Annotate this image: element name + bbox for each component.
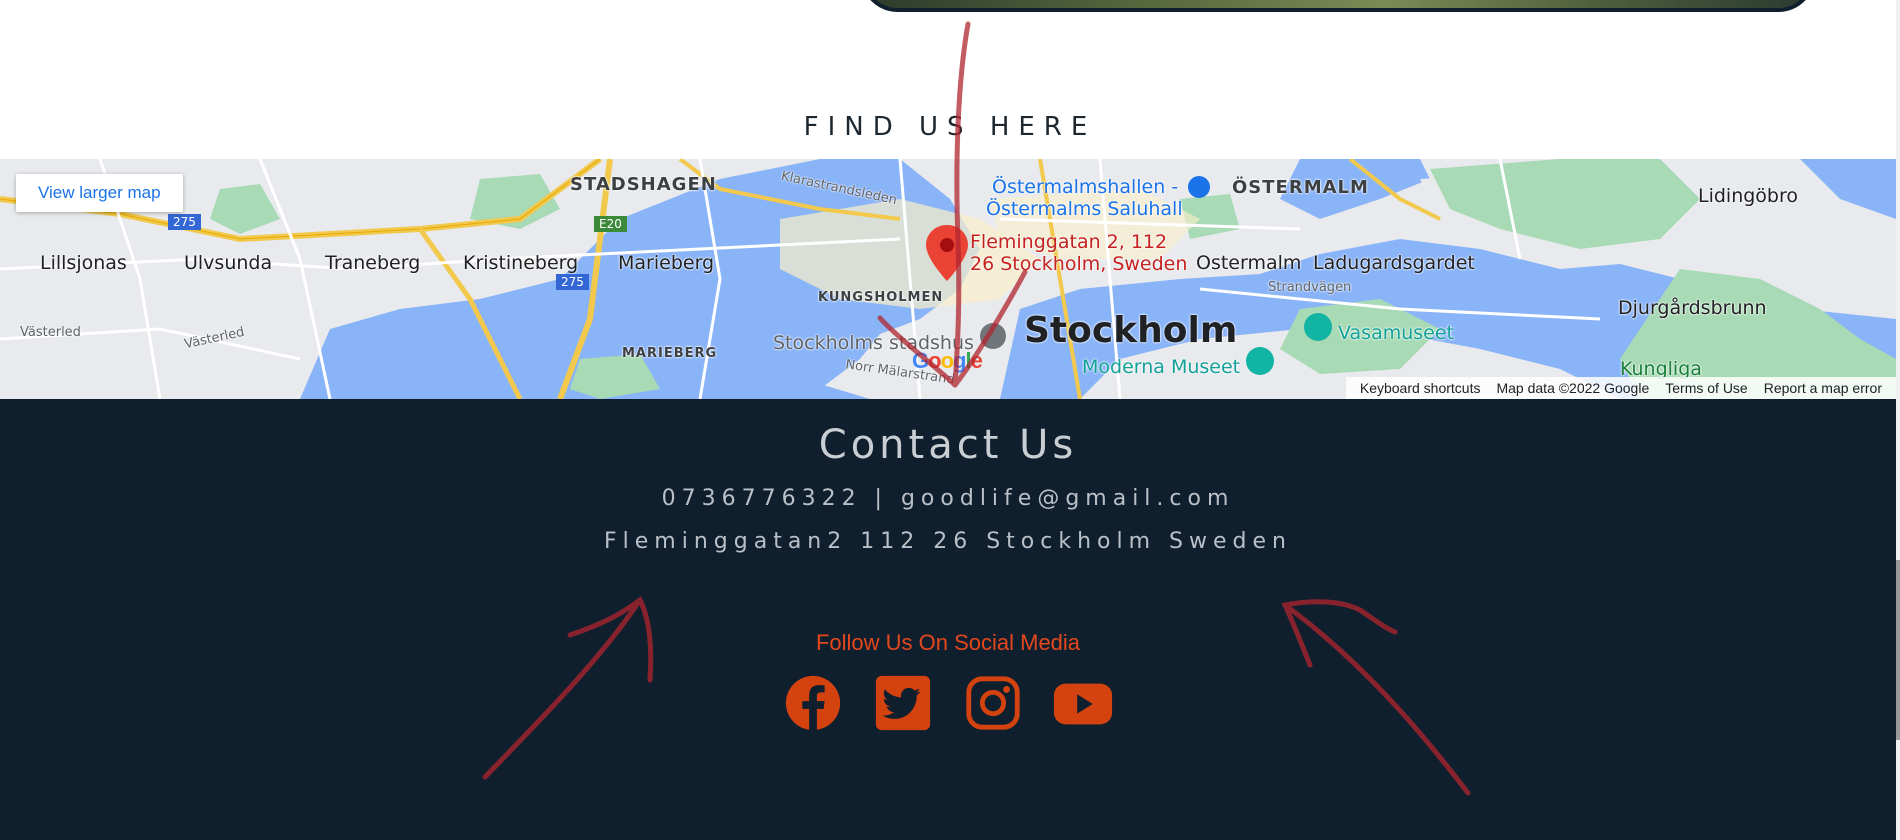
find-us-title: FIND US HERE [803,112,1097,142]
map-label: Ulvsunda [184,252,273,274]
map-label: Lidingöbro [1698,185,1799,207]
report-map-error-link[interactable]: Report a map error [1764,380,1882,396]
shopping-cart-icon [1188,176,1210,198]
museum-icon [980,323,1006,349]
map-label: Kristineberg [463,252,579,274]
map-label: Moderna Museet [1082,356,1241,378]
map-attribution: Keyboard shortcuts Map data ©2022 Google… [1345,377,1896,399]
map-label: Stockholm [1024,310,1238,351]
map-label: Vasamuseet [1338,322,1454,344]
social-icons [0,672,1896,734]
pin-label-line1: Fleminggatan 2, 112 [970,231,1168,253]
map-label: MARIEBERG [622,346,718,361]
youtube-icon[interactable] [1052,672,1114,734]
map-pin-icon[interactable] [926,225,968,281]
museum-icon [1304,313,1332,341]
map-label: Ostermalm [1196,252,1302,274]
terms-link[interactable]: Terms of Use [1665,380,1747,396]
map-label: Lillsjonas [40,252,127,274]
scrollbar-thumb[interactable] [1896,560,1900,740]
road-shield-e20: E20 [594,216,627,232]
twitter-icon[interactable] [872,672,934,734]
map-label: STADSHAGEN [570,174,717,195]
map-label: KUNGSHOLMEN [818,290,944,305]
keyboard-shortcuts-link[interactable]: Keyboard shortcuts [1360,380,1481,396]
scrollbar[interactable] [1896,0,1900,840]
map-data-text: Map data ©2022 Google [1496,380,1650,396]
map-label: Strandvägen [1268,280,1352,295]
pin-label-line2: 26 Stockholm, Sweden [970,253,1188,275]
google-map[interactable]: STADSHAGEN Klarastrandsleden Östermalmsh… [0,159,1896,399]
view-larger-map-link[interactable]: View larger map [16,174,183,212]
road-shield-275: 275 [168,214,201,230]
map-label: Djurgårdsbrunn [1618,297,1767,319]
instagram-icon[interactable] [962,672,1024,734]
map-label: Östermalms Saluhall [986,198,1183,220]
map-label: Traneberg [325,252,421,274]
map-label: Ladugardsgardet [1313,252,1475,274]
contact-title: Contact Us [818,422,1078,468]
museum-icon [1246,347,1274,375]
map-label: ÖSTERMALM [1232,177,1369,198]
social-title: Follow Us On Social Media [815,630,1081,655]
facebook-icon[interactable] [782,672,844,734]
google-logo: Google [912,348,983,373]
map-label: Östermalmshallen - [992,176,1179,198]
map-label: Marieberg [618,252,715,274]
hero-image-strip [860,0,1816,12]
contact-phone-email: 0736776322 | goodlife@gmail.com [661,486,1235,511]
map-label: Västerled [20,325,81,340]
road-shield-275: 275 [556,274,589,290]
contact-address: Fleminggatan2 112 26 Stockholm Sweden [604,529,1292,554]
